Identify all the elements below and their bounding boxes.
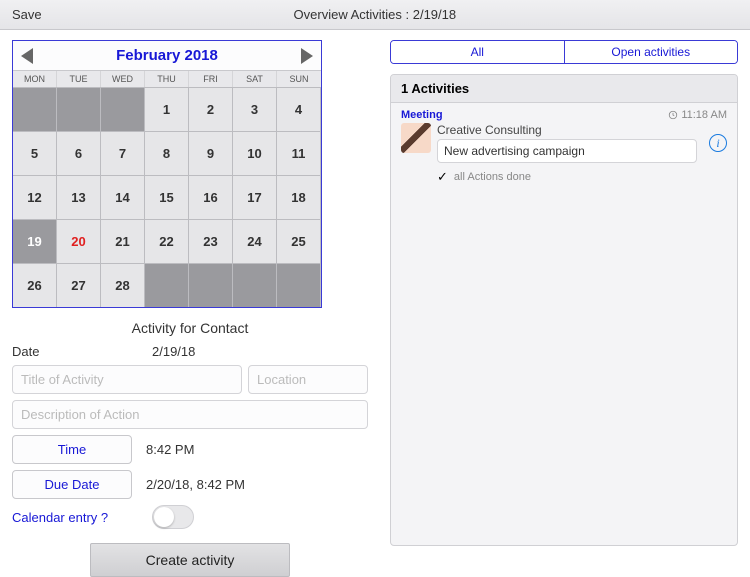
time-value: 8:42 PM bbox=[146, 442, 194, 457]
calendar-day[interactable]: 2 bbox=[189, 87, 233, 131]
calendar-entry-toggle[interactable] bbox=[152, 505, 194, 529]
calendar-day[interactable]: 26 bbox=[13, 263, 57, 307]
activity-tabs: All Open activities bbox=[390, 40, 738, 64]
date-label: Date bbox=[12, 344, 152, 359]
calendar-day[interactable]: 6 bbox=[57, 131, 101, 175]
calendar-day[interactable]: 8 bbox=[145, 131, 189, 175]
activities-count: 1 Activities bbox=[391, 75, 737, 103]
calendar-day[interactable]: 11 bbox=[277, 131, 321, 175]
description-input[interactable] bbox=[12, 400, 368, 429]
calendar-entry-label: Calendar entry ? bbox=[12, 510, 152, 525]
calendar-blank bbox=[57, 87, 101, 131]
check-icon: ✓ bbox=[437, 169, 448, 185]
time-button[interactable]: Time bbox=[12, 435, 132, 464]
calendar-day[interactable]: 10 bbox=[233, 131, 277, 175]
calendar-day[interactable]: 7 bbox=[101, 131, 145, 175]
activities-panel: 1 Activities Meeting 11:18 AM Creative C… bbox=[390, 74, 738, 546]
activity-time: 11:18 AM bbox=[668, 109, 727, 121]
calendar-blank bbox=[101, 87, 145, 131]
prev-month-icon[interactable] bbox=[21, 48, 33, 64]
date-value: 2/19/18 bbox=[152, 344, 195, 359]
due-date-value: 2/20/18, 8:42 PM bbox=[146, 477, 245, 492]
tab-all[interactable]: All bbox=[391, 41, 564, 63]
calendar-day[interactable]: 27 bbox=[57, 263, 101, 307]
due-date-button[interactable]: Due Date bbox=[12, 470, 132, 499]
calendar-day[interactable]: 3 bbox=[233, 87, 277, 131]
calendar-day[interactable]: 17 bbox=[233, 175, 277, 219]
calendar: February 2018 MONTUEWEDTHUFRISATSUN 1234… bbox=[12, 40, 322, 308]
calendar-dow: TUE bbox=[57, 71, 101, 87]
calendar-day[interactable]: 24 bbox=[233, 219, 277, 263]
next-month-icon[interactable] bbox=[301, 48, 313, 64]
calendar-dow: MON bbox=[13, 71, 57, 87]
calendar-blank bbox=[145, 263, 189, 307]
clock-icon bbox=[668, 110, 678, 120]
activity-title-input[interactable] bbox=[12, 365, 242, 394]
calendar-blank bbox=[13, 87, 57, 131]
calendar-day[interactable]: 16 bbox=[189, 175, 233, 219]
avatar bbox=[401, 123, 431, 153]
info-icon[interactable]: i bbox=[709, 134, 727, 152]
calendar-dow: THU bbox=[145, 71, 189, 87]
calendar-day[interactable]: 5 bbox=[13, 131, 57, 175]
create-activity-button[interactable]: Create activity bbox=[90, 543, 290, 577]
activity-contact: Creative Consulting bbox=[437, 123, 697, 137]
save-button[interactable]: Save bbox=[12, 7, 42, 22]
calendar-day[interactable]: 15 bbox=[145, 175, 189, 219]
calendar-dow: SUN bbox=[277, 71, 321, 87]
calendar-title: February 2018 bbox=[116, 47, 218, 64]
page-title: Overview Activities : 2/19/18 bbox=[42, 7, 708, 22]
calendar-day[interactable]: 21 bbox=[101, 219, 145, 263]
calendar-blank bbox=[189, 263, 233, 307]
activity-type: Meeting bbox=[401, 109, 443, 121]
calendar-day[interactable]: 12 bbox=[13, 175, 57, 219]
calendar-blank bbox=[277, 263, 321, 307]
calendar-day[interactable]: 23 bbox=[189, 219, 233, 263]
calendar-day[interactable]: 20 bbox=[57, 219, 101, 263]
calendar-blank bbox=[233, 263, 277, 307]
form-heading: Activity for Contact bbox=[12, 320, 368, 336]
calendar-day[interactable]: 25 bbox=[277, 219, 321, 263]
calendar-day[interactable]: 19 bbox=[13, 219, 57, 263]
calendar-day[interactable]: 18 bbox=[277, 175, 321, 219]
location-input[interactable] bbox=[248, 365, 368, 394]
tab-open-activities[interactable]: Open activities bbox=[564, 41, 738, 63]
calendar-day[interactable]: 4 bbox=[277, 87, 321, 131]
calendar-dow: WED bbox=[101, 71, 145, 87]
activity-subject[interactable]: New advertising campaign bbox=[437, 139, 697, 163]
calendar-day[interactable]: 14 bbox=[101, 175, 145, 219]
activity-item: Meeting 11:18 AM Creative Consulting New… bbox=[391, 103, 737, 193]
calendar-day[interactable]: 28 bbox=[101, 263, 145, 307]
calendar-day[interactable]: 1 bbox=[145, 87, 189, 131]
calendar-day[interactable]: 9 bbox=[189, 131, 233, 175]
calendar-dow: SAT bbox=[233, 71, 277, 87]
activity-done-label: all Actions done bbox=[454, 171, 531, 183]
calendar-day[interactable]: 13 bbox=[57, 175, 101, 219]
calendar-day[interactable]: 22 bbox=[145, 219, 189, 263]
calendar-dow: FRI bbox=[189, 71, 233, 87]
